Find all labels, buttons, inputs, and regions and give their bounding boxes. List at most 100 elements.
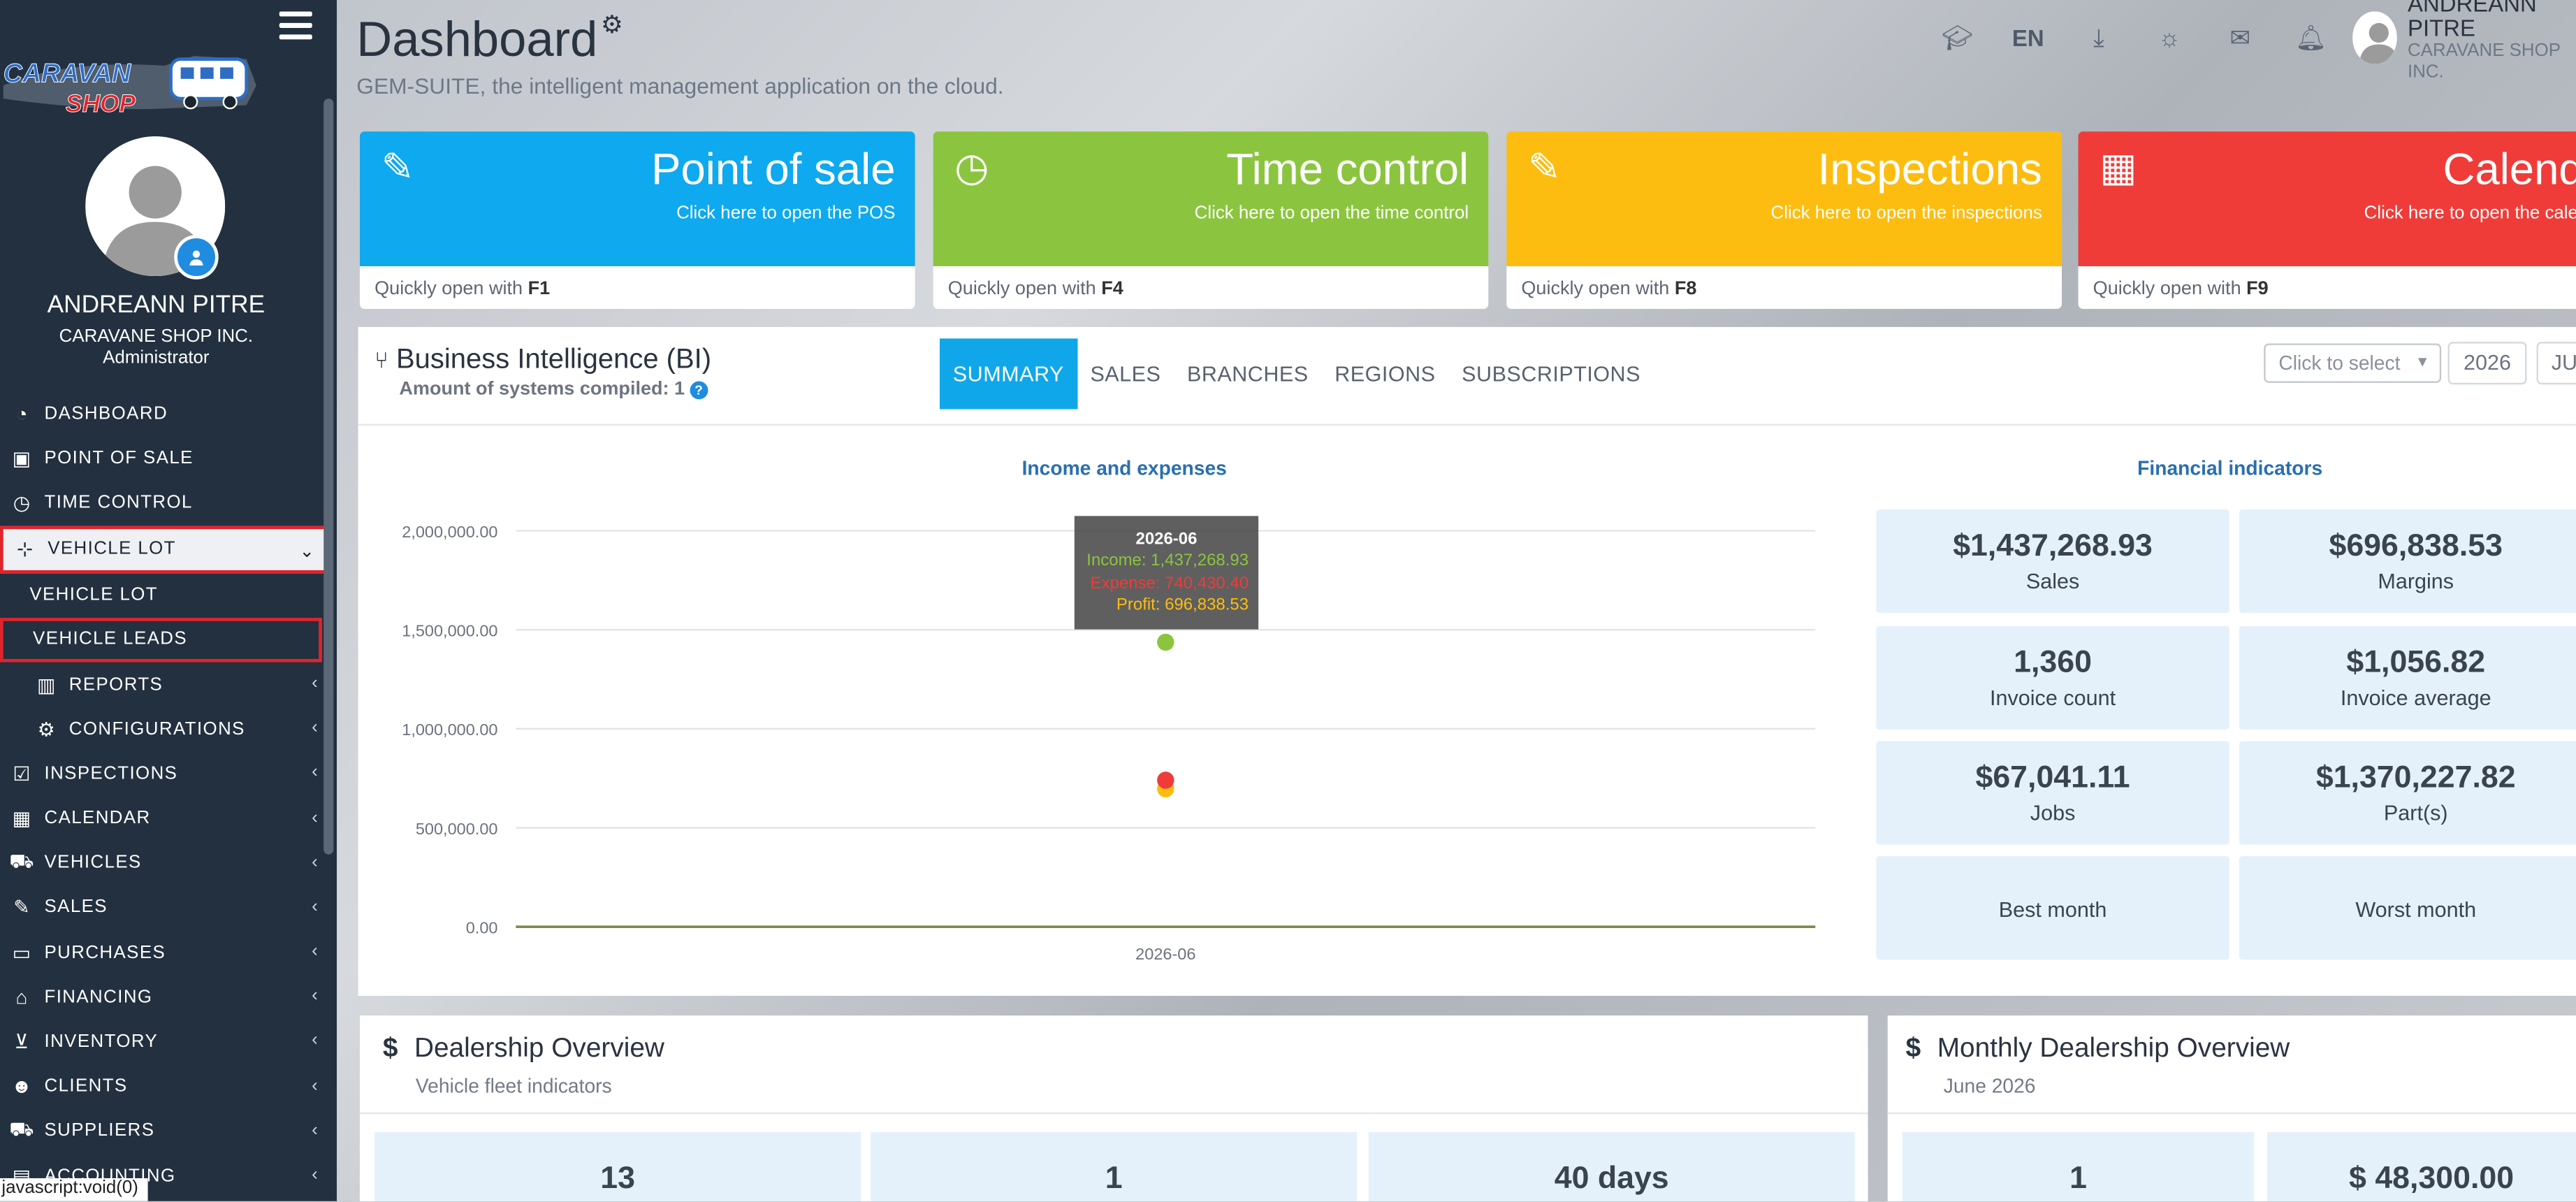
gear-icon: ⚙ [37,717,57,741]
user-badge-icon[interactable] [174,235,219,280]
y-tick-label: 1,500,000.00 [402,622,497,640]
sidebar-item-label: INSPECTIONS [44,764,178,784]
tile-subtitle: Click here to open the calendar [2364,203,2576,224]
chevron-left-icon: ‹ [312,897,319,917]
tooltip-profit: Profit: 696,838.53 [1116,597,1249,615]
tab-subscriptions[interactable]: SUBSCRIPTIONS [1448,338,1653,409]
sidebar-item-configurations[interactable]: ⚙ CONFIGURATIONS ‹ [0,707,328,751]
x-tick-label: 2026-06 [1135,945,1195,963]
sidebar-item-inventory[interactable]: ⊻ INVENTORY ‹ [0,1020,328,1064]
month-select[interactable]: JU [2536,342,2576,385]
dashboard-icon: ◔ [15,402,29,426]
tooltip-date: 2026-06 [1135,530,1198,549]
sidebar-item-time-control[interactable]: ◷ TIME CONTROL [0,480,328,525]
sidebar-item-label: CLIENTS [44,1076,128,1096]
monthly-stat-2: $ 48,300.00 [2266,1132,2576,1201]
sidebar-item-suppliers[interactable]: ⛟ SUPPLIERS ‹ [0,1109,328,1154]
sidebar-item-inspections[interactable]: ☑ INSPECTIONS ‹ [0,751,328,796]
tile-header: ◷ Time control Click here to open the ti… [933,131,1489,266]
tile-title: Calendar [2443,144,2576,194]
tile-shortcut: Quickly open with F4 [933,266,1489,310]
tile-inspections[interactable]: ✎ Inspections Click here to open the ins… [1506,131,2062,310]
chevron-left-icon: ‹ [312,718,319,739]
kpi-invoice-average: $1,056.82 Invoice average [2239,625,2576,730]
sidebar-item-financing[interactable]: ⌂ FINANCING ‹ [0,975,328,1020]
tab-sales[interactable]: SALES [1077,338,1174,409]
dollar-icon: $ [382,1034,398,1064]
gear-icon[interactable]: ⚙ [601,11,623,39]
svg-text:CARAVAN: CARAVAN [3,59,131,88]
help-icon[interactable]: ? [690,381,708,400]
tile-header: ✎ Point of sale Click here to open the P… [359,131,915,266]
sidebar-item-calendar[interactable]: ▦ CALENDAR ‹ [0,796,328,841]
graduation-cap-icon[interactable]: 🎓︎ [1922,23,1993,52]
tab-regions[interactable]: REGIONS [1321,338,1448,409]
panel-subtitle: Vehicle fleet indicators [415,1074,612,1098]
download-icon[interactable]: ⤓ [2063,24,2134,52]
point-expense [1157,772,1174,789]
kpi-best-month: Best month [1876,856,2229,960]
settings-icon[interactable]: ☼ [2134,24,2204,52]
sidebar-item-dashboard[interactable]: ◔ DASHBOARD [0,391,328,436]
sidebar-subitem-vehicle-lot[interactable]: VEHICLE LOT [0,573,328,618]
tile-title: Point of sale [651,144,896,194]
sidebar-item-label: VEHICLE LEADS [33,630,188,650]
tile-time-control[interactable]: ◷ Time control Click here to open the ti… [933,131,1489,310]
sidebar-item-vehicle-lot[interactable]: ⊹ VEHICLE LOT ⌄ [0,525,329,573]
sidebar-item-vehicles[interactable]: ⛟ VEHICLES ‹ [0,841,328,885]
caret-down-icon: ▼ [2415,353,2430,370]
truck-icon: ⛟ [9,1117,36,1141]
bell-icon[interactable]: 🔔︎ [2276,23,2346,52]
tab-summary[interactable]: SUMMARY [940,338,1077,410]
sidebar-subitem-vehicle-leads[interactable]: VEHICLE LEADS [0,617,322,662]
hamburger-menu-icon[interactable] [279,11,312,41]
bi-title: ⑂ Business Intelligence (BI) [374,343,712,375]
avatar[interactable] [2352,11,2396,64]
tile-title: Time control [1226,144,1469,194]
sidebar-scrollbar[interactable] [323,99,334,855]
year-select[interactable]: 2026 [2447,342,2527,385]
chevron-down-icon: ⌄ [299,541,316,562]
caravane-shop-logo[interactable]: CARAVAN SHOP [0,50,263,124]
chat-icon[interactable]: ✉︎ [2205,23,2276,52]
y-tick-label: 1,000,000.00 [402,721,497,739]
sidebar-item-label: TIME CONTROL [44,493,193,513]
page-title: Dashboard ⚙ [356,11,623,69]
tile-point-of-sale[interactable]: ✎ Point of sale Click here to open the P… [359,131,915,310]
checkbox-icon: ☑ [13,762,32,785]
panel-subtitle: June 2026 [1943,1074,2036,1098]
branch-icon: ⑂ [374,347,388,373]
chevron-left-icon: ‹ [312,1165,319,1185]
sidebar-item-label: VEHICLE LOT [48,539,176,559]
tile-calendar[interactable]: ▦ Calendar Click here to open the calend… [2078,131,2576,310]
user-menu[interactable]: ANDREANN PITRE CARAVANE SHOP INC. [2352,0,2576,82]
kpi-invoice-count: 1,360 Invoice count [1876,625,2229,730]
tab-branches[interactable]: BRANCHES [1174,338,1321,409]
sidebar-item-sales[interactable]: ✎ SALES ‹ [0,885,328,930]
sidebar-item-reports[interactable]: ▥ REPORTS ‹ [0,662,328,707]
sitemap-icon: ⊹ [16,537,34,560]
tile-shortcut: Quickly open with F8 [1506,266,2062,310]
branch-select[interactable]: Click to select ▼ [2264,343,2442,383]
sidebar-item-label: POINT OF SALE [44,448,194,468]
sidebar-user-name: ANDREANN PITRE [47,291,265,319]
sidebar-item-label: SALES [44,897,108,918]
tile-subtitle: Click here to open the time control [1194,203,1469,224]
sidebar-item-purchases[interactable]: ▭ PURCHASES ‹ [0,930,328,975]
chevron-left-icon: ‹ [312,1076,319,1096]
dollar-icon: $ [1905,1034,1921,1064]
edit-icon: ✎ [381,146,414,191]
sidebar: CARAVAN SHOP ANDREANN PITRE CARAVANE SHO… [0,0,337,1201]
panel-title: $ Dealership Overview [382,1034,664,1064]
tooltip-expense: Expense: 740,430.40 [1090,574,1249,593]
sidebar-item-label: VEHICLES [44,853,142,874]
chevron-left-icon: ‹ [312,673,319,694]
dealership-stat-2: 1 [871,1132,1358,1201]
y-tick-label: 0.00 [466,919,498,937]
bank-icon: ⌂ [15,985,29,1009]
language-selector[interactable]: EN [1993,24,2063,51]
sidebar-item-point-of-sale[interactable]: ▣ POINT OF SALE [0,436,328,481]
credit-card-icon: ▭ [12,941,32,964]
bi-panel: ⑂ Business Intelligence (BI) Amount of s… [358,326,2576,996]
sidebar-item-clients[interactable]: ☻ CLIENTS ‹ [0,1064,328,1109]
